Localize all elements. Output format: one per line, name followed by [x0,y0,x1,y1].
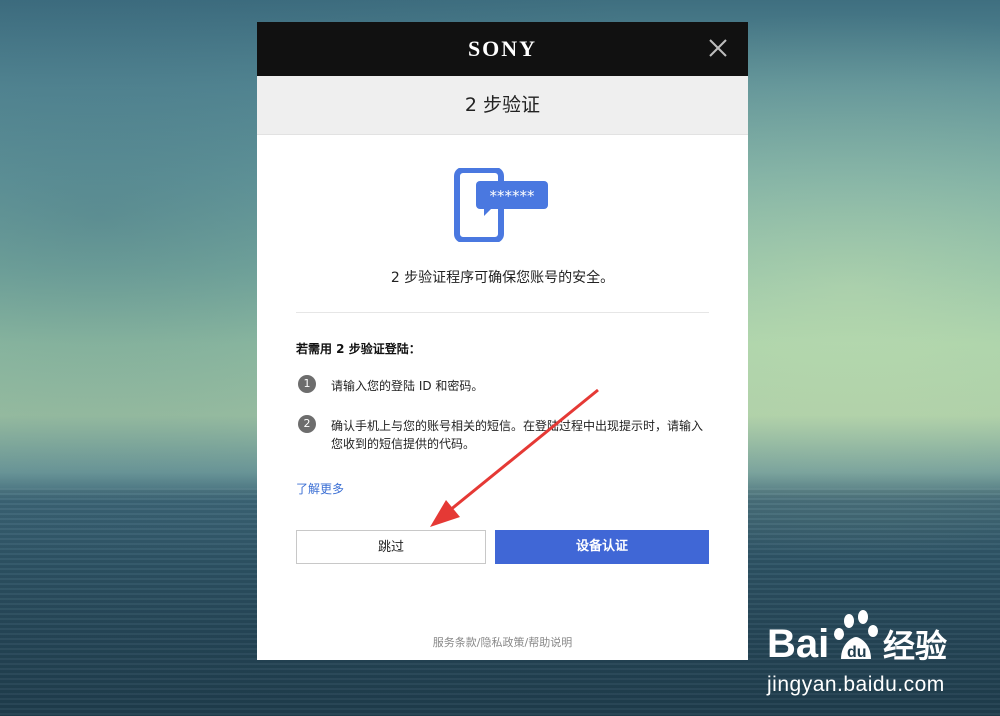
step-item-1: 1 请输入您的登陆 ID 和密码。 [296,375,710,399]
step-number-badge: 2 [298,415,316,433]
step-number-badge: 1 [298,375,316,393]
divider [296,312,709,313]
footer-links[interactable]: 服务条款/隐私政策/帮助说明 [257,634,748,650]
two-step-dialog: SONY 2 步验证 ****** 2 步验证程序可确保您账号的安全。 若需用 … [257,22,748,660]
svg-text:Bai: Bai [767,622,829,666]
skip-button[interactable]: 跳过 [296,530,486,564]
sony-logo: SONY [467,36,538,61]
svg-text:经验: 经验 [883,627,947,665]
intro-text: 2 步验证程序可确保您账号的安全。 [390,270,615,286]
learn-more-link[interactable]: 了解更多 [296,480,344,497]
device-auth-button[interactable]: 设备认证 [495,530,709,564]
step-text: 确认手机上与您的账号相关的短信。在登陆过程中出现提示时，请输入您收到的短信提供的… [331,419,704,451]
watermark-url: jingyan.baidu.com [767,673,945,696]
svg-text:du: du [847,644,867,661]
section-title: 若需用 2 步验证登陆： [296,342,421,356]
close-icon[interactable] [706,36,730,60]
dialog-header: SONY [257,22,748,76]
phone-sms-icon: ****** [454,167,550,243]
step-item-2: 2 确认手机上与您的账号相关的短信。在登陆过程中出现提示时，请输入您收到的短信提… [296,415,710,455]
baidu-watermark: Bai du 经验 jingyan.baidu.com [765,605,980,705]
step-text: 请输入您的登陆 ID 和密码。 [331,379,484,393]
masked-code-text: ****** [490,187,536,205]
dialog-title: 2 步验证 [257,76,748,135]
baidu-jingyan-logo: Bai du 经验 [767,610,947,666]
